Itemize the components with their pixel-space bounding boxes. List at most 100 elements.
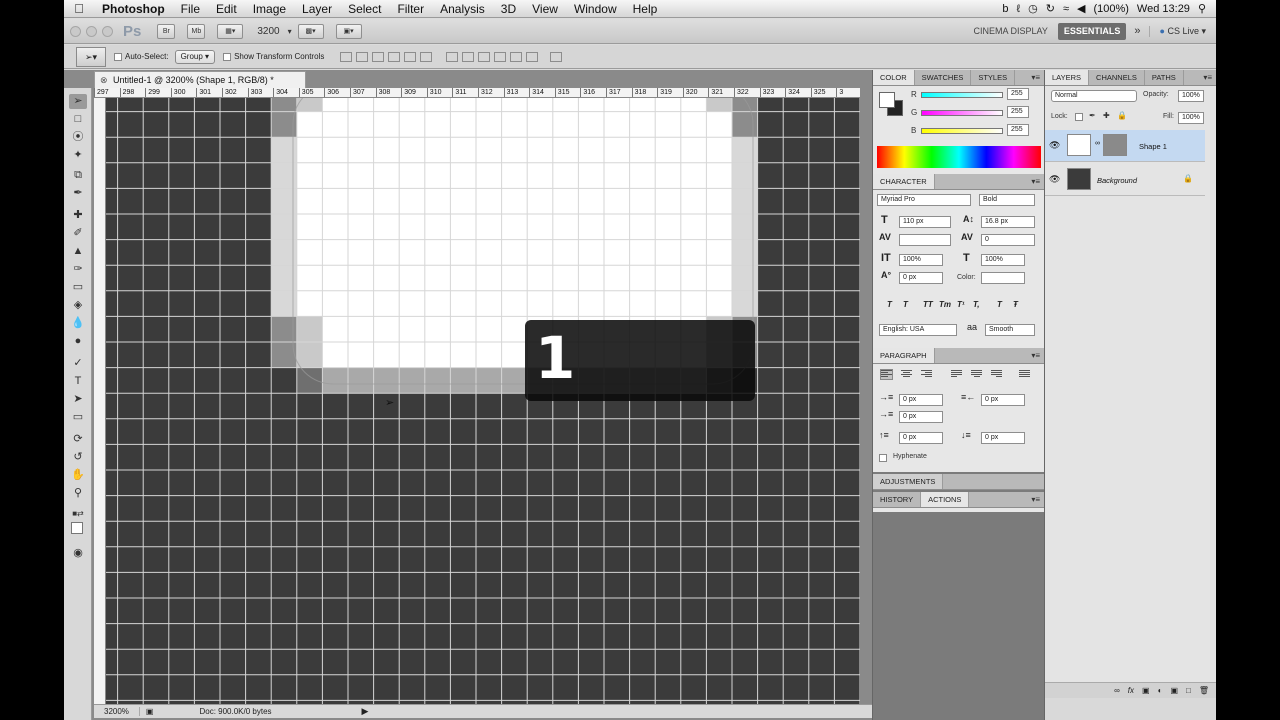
space-after-field[interactable]: 0 px — [981, 432, 1025, 444]
vector-mask-thumbnail[interactable] — [1103, 134, 1127, 156]
menu-analysis[interactable]: Analysis — [432, 2, 493, 16]
g-value[interactable]: 255 — [1007, 106, 1029, 118]
tracking-field[interactable]: 0 — [981, 234, 1035, 246]
menu-3d[interactable]: 3D — [493, 2, 524, 16]
small-caps-button[interactable]: Tт — [939, 300, 951, 309]
character-panel-menu-icon[interactable]: ▾≡ — [1031, 174, 1040, 189]
zoom-window-button[interactable] — [102, 25, 113, 37]
dodge-tool-icon[interactable]: ● — [69, 334, 87, 349]
horizontal-scale-field[interactable]: 100% — [981, 254, 1025, 266]
bridge-button[interactable]: Br — [157, 23, 176, 39]
status-menu-arrow-icon[interactable]: ▶ — [362, 706, 369, 717]
delete-layer-icon[interactable]: 🗑 — [1199, 683, 1209, 698]
superscript-button[interactable]: T¹ — [957, 300, 965, 309]
tab-character[interactable]: CHARACTER — [873, 174, 935, 189]
blend-mode-select[interactable]: Normal — [1051, 90, 1137, 102]
quick-mask-icon[interactable]: ◉ — [69, 546, 87, 561]
quick-select-tool-icon[interactable]: ✦ — [69, 148, 87, 163]
tab-adjustments[interactable]: ADJUSTMENTS — [873, 474, 944, 489]
shape-tool-icon[interactable]: ▭ — [69, 410, 87, 425]
lock-all-icon[interactable]: 🔒 — [1117, 111, 1127, 120]
tab-swatches[interactable]: SWATCHES — [915, 70, 972, 85]
b-value[interactable]: 255 — [1007, 124, 1029, 136]
auto-select-dropdown[interactable]: Group ▾ — [174, 49, 216, 64]
auto-align-icon[interactable] — [550, 51, 563, 62]
lock-position-icon[interactable]: ✚ — [1103, 111, 1110, 120]
distribute-top-icon[interactable] — [446, 51, 459, 62]
pen-tool-icon[interactable]: ✓ — [69, 356, 87, 371]
volume-icon[interactable]: ◀ — [1077, 2, 1085, 15]
menu-filter[interactable]: Filter — [389, 2, 432, 16]
blur-tool-icon[interactable]: 💧 — [69, 316, 87, 331]
apple-icon[interactable]:  — [64, 1, 94, 16]
all-caps-button[interactable]: TT — [923, 300, 933, 309]
layer-row-shape-1[interactable]: 👁 ∞ Shape 1 — [1045, 130, 1205, 162]
view-extras-button[interactable]: ▦▾ — [217, 23, 244, 39]
justify-last-center-icon[interactable] — [971, 370, 982, 379]
font-size-field[interactable]: 110 px — [899, 216, 951, 228]
layer-name[interactable]: Background — [1097, 176, 1137, 185]
faux-bold-button[interactable]: T — [887, 300, 892, 309]
clock[interactable]: Wed 13:29 — [1137, 3, 1190, 15]
workspace-essentials[interactable]: ESSENTIALS — [1057, 22, 1127, 40]
eyedropper-tool-icon[interactable]: ✒ — [69, 186, 87, 201]
adjustment-layer-icon[interactable]: ◐ — [1158, 683, 1163, 698]
battery-status[interactable]: (100%) — [1093, 3, 1128, 15]
layer-row-background[interactable]: 👁 Background 🔒 — [1045, 164, 1205, 196]
menu-photoshop[interactable]: Photoshop — [94, 2, 173, 16]
menu-view[interactable]: View — [524, 2, 566, 16]
close-document-icon[interactable]: ⊗ — [100, 72, 108, 88]
language-select[interactable]: English: USA — [879, 324, 957, 336]
zoom-tool-icon[interactable]: ⚲ — [69, 486, 87, 501]
foreground-color-swatch[interactable] — [71, 522, 83, 534]
g-slider[interactable] — [921, 110, 1003, 116]
tab-layers[interactable]: LAYERS — [1045, 70, 1090, 85]
tab-color[interactable]: COLOR — [873, 70, 915, 85]
brush-tool-icon[interactable]: ✐ — [69, 226, 87, 241]
close-window-button[interactable] — [70, 25, 81, 37]
lasso-tool-icon[interactable]: ⦿ — [69, 130, 87, 145]
tab-history[interactable]: HISTORY — [873, 492, 922, 507]
align-center-text-icon[interactable] — [901, 370, 912, 379]
leading-field[interactable]: 16.8 px — [981, 216, 1035, 228]
distribute-bottom-icon[interactable] — [478, 51, 491, 62]
add-mask-icon[interactable]: ▣ — [1142, 683, 1150, 698]
type-tool-icon[interactable]: T — [69, 374, 87, 389]
indent-right-field[interactable]: 0 px — [981, 394, 1025, 406]
underline-button[interactable]: T — [997, 300, 1002, 309]
spotlight-icon[interactable]: ⚲ — [1198, 2, 1206, 15]
path-selection-tool-icon[interactable]: ➤ — [69, 392, 87, 407]
time-machine-icon[interactable]: ◷ — [1028, 2, 1038, 15]
fill-field[interactable]: 100% — [1178, 112, 1204, 124]
layer-style-icon[interactable]: fx — [1128, 683, 1134, 698]
history-panel-menu-icon[interactable]: ▾≡ — [1031, 492, 1040, 507]
mini-bridge-button[interactable]: Mb — [187, 23, 206, 39]
align-top-icon[interactable] — [340, 51, 353, 62]
indent-first-line-field[interactable]: 0 px — [899, 411, 943, 423]
justify-last-right-icon[interactable] — [991, 370, 1002, 379]
align-vcenter-icon[interactable] — [356, 51, 369, 62]
menu-edit[interactable]: Edit — [208, 2, 245, 16]
arrange-documents-button[interactable]: ▩▾ — [297, 23, 324, 39]
space-before-field[interactable]: 0 px — [899, 432, 943, 444]
tab-channels[interactable]: CHANNELS — [1089, 70, 1145, 85]
fg-color-chip[interactable] — [879, 92, 895, 108]
color-ramp[interactable] — [877, 146, 1041, 168]
menu-layer[interactable]: Layer — [294, 2, 340, 16]
crop-tool-icon[interactable]: ⧉ — [69, 168, 87, 183]
marquee-tool-icon[interactable]: □ — [69, 112, 87, 127]
auto-select-checkbox[interactable] — [114, 52, 122, 61]
paint-bucket-tool-icon[interactable]: ◈ — [69, 298, 87, 313]
document-tab[interactable]: ⊗ Untitled-1 @ 3200% (Shape 1, RGB/8) * — [94, 71, 306, 88]
tool-preset-picker[interactable]: ➢▾ — [76, 46, 106, 67]
b-slider[interactable] — [921, 128, 1003, 134]
paragraph-panel-menu-icon[interactable]: ▾≡ — [1031, 348, 1040, 363]
zoom-level[interactable]: 3200 — [257, 26, 279, 37]
font-style-select[interactable]: Bold — [979, 194, 1035, 206]
bluetooth-icon[interactable]: b — [1002, 3, 1008, 15]
justify-last-left-icon[interactable] — [951, 370, 962, 379]
menu-image[interactable]: Image — [245, 2, 294, 16]
distribute-hcenter-icon[interactable] — [510, 51, 523, 62]
faux-italic-button[interactable]: T — [903, 300, 908, 309]
strikethrough-button[interactable]: Ŧ — [1013, 300, 1018, 309]
